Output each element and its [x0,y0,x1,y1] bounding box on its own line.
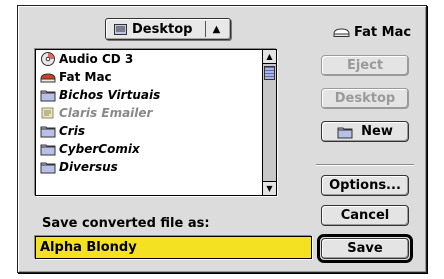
volume-name: Fat Mac [354,25,412,40]
updown-arrows-icon: ▲ [205,21,227,37]
list-item-label: Bichos Virtuais [59,88,161,102]
file-list[interactable]: Audio CD 3 Fat Mac Bichos Virtuais Clari… [35,49,277,196]
folder-icon [40,126,56,138]
list-item[interactable]: Audio CD 3 [36,50,264,68]
folder-popup-label: Desktop [132,21,193,37]
app-icon [41,107,54,119]
list-item[interactable]: Diversus [36,158,264,176]
new-folder-button[interactable]: New [321,121,409,142]
folder-icon [40,90,56,102]
new-folder-icon [337,127,353,138]
save-prompt-label: Save converted file as: [42,216,210,231]
eject-button[interactable]: Eject [321,55,409,76]
save-button[interactable]: Save [321,238,409,259]
list-item-label: Fat Mac [59,70,112,84]
folder-popup[interactable]: Desktop ▲ [105,18,231,40]
cancel-button[interactable]: Cancel [321,205,409,226]
list-item-label: CyberComix [59,142,140,156]
list-item[interactable]: Bichos Virtuais [36,86,264,104]
vertical-scrollbar[interactable]: ▲ ▼ [262,50,276,195]
hard-disk-icon [333,28,350,37]
save-dialog: Desktop ▲ Audio CD 3 Fat Mac Bichos Virt… [17,5,427,273]
current-volume: Fat Mac [333,25,411,40]
folder-stack-icon [114,23,127,35]
hard-disk-icon [40,73,56,83]
file-list-items: Audio CD 3 Fat Mac Bichos Virtuais Clari… [36,50,264,195]
folder-icon [40,162,56,174]
desktop-button[interactable]: Desktop [321,88,409,109]
list-item-label: Diversus [59,160,118,174]
options-button[interactable]: Options... [321,175,409,196]
list-item[interactable]: Claris Emailer [36,104,264,122]
list-item-label: Audio CD 3 [59,52,134,66]
list-item[interactable]: CyberComix [36,140,264,158]
new-folder-label: New [361,124,393,139]
list-item[interactable]: Fat Mac [36,68,264,86]
scroll-up-arrow-icon[interactable]: ▲ [263,50,276,64]
filename-field[interactable]: Alpha Blondy [35,236,312,259]
folder-icon [40,144,56,156]
list-item-label: Claris Emailer [59,106,153,120]
cd-icon [41,52,55,66]
scroll-thumb[interactable] [264,66,275,80]
scroll-down-arrow-icon[interactable]: ▼ [263,181,276,195]
list-item[interactable]: Cris [36,122,264,140]
button-divider [316,164,414,166]
list-item-label: Cris [59,124,85,138]
